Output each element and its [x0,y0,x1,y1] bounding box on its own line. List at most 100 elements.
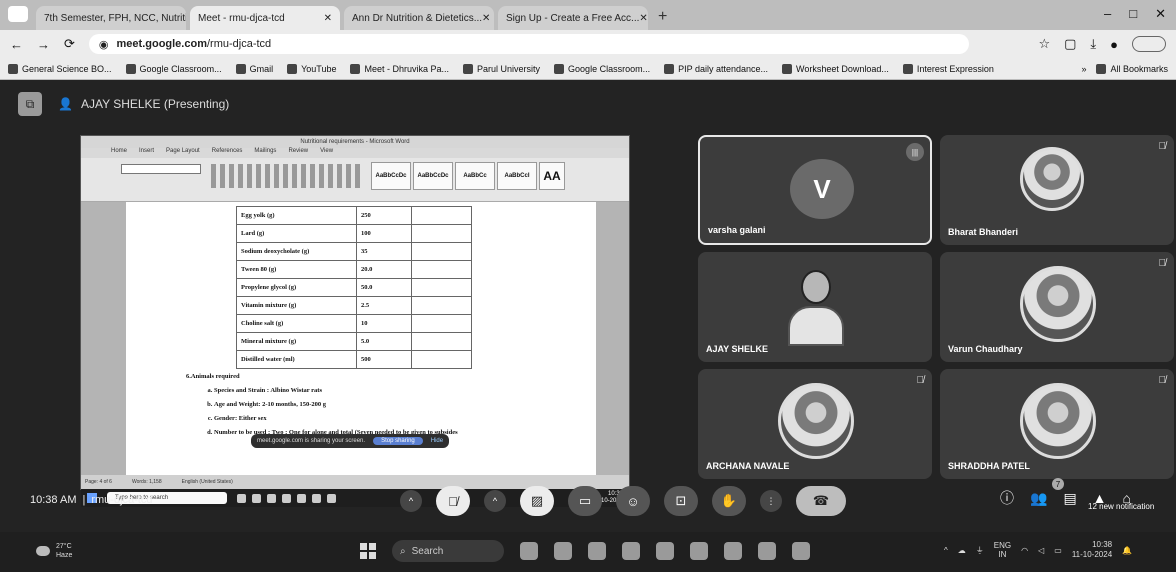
list-item: Age and Weight: 2-10 months, 150-200 g [214,398,458,412]
participant-tile[interactable]: AJAY SHELKE [698,252,932,362]
close-icon[interactable]: ✕ [639,13,647,24]
participant-name: SHRADDHA PATEL [948,461,1030,471]
meet-control-bar: 10:38 AM | rmu-djca-tcd ^ 🎙̸ ^ ▨ ▭ ☺ ⊡ ✋… [0,476,1176,530]
minimize-icon[interactable]: – [1104,6,1111,22]
ingredient-table: Egg yolk (g) 250 Lard (g) 100 Sodium deoxy… [236,206,472,369]
taskbar-search[interactable]: ⌕ Search [392,540,504,562]
language-indicator[interactable]: ENG IN [994,541,1011,559]
list-item: Species and Strain : Albino Wistar rats [214,384,458,398]
taskbar-app-icon[interactable] [758,542,776,560]
camera-toggle-button[interactable]: ▨ [520,486,554,516]
back-icon[interactable]: ← [10,37,23,52]
maximize-icon[interactable]: □ [1129,6,1137,22]
avatar [778,383,854,459]
cloud-icon[interactable]: ☁ [958,546,966,555]
presenter-label: 👤 AJAY SHELKE (Presenting) [58,97,230,111]
browser-tab[interactable]: Ann Dr Nutrition & Dietetics... ✕ [344,6,494,30]
taskbar-app-icon[interactable] [554,542,572,560]
favicon-icon [287,63,298,74]
taskbar-app-icon[interactable] [690,542,708,560]
tray-overflow-icon[interactable]: ^ [944,546,948,555]
close-window-icon[interactable]: ✕ [1155,6,1166,22]
favicon-icon [554,63,565,74]
info-icon[interactable]: ⓘ [1000,488,1014,508]
emoji-button[interactable]: ☺ [616,486,650,516]
audio-options-chevron-icon[interactable]: ^ [400,490,422,512]
taskbar-app-icon[interactable] [656,542,674,560]
favicon-icon [235,63,246,74]
participant-tile[interactable]: V ||| varsha galani [698,135,932,245]
battery-icon[interactable]: ▭ [1054,546,1062,555]
account-icon[interactable]: ● [1110,37,1118,52]
bookmark-item[interactable]: Worksheet Download... [782,63,889,74]
video-options-chevron-icon[interactable]: ^ [484,490,506,512]
browser-tab[interactable]: Sign Up - Create a Free Acc... ✕ [498,6,648,30]
bookmark-item[interactable]: Parul University [463,63,540,74]
taskbar-app-icon[interactable] [588,542,606,560]
animals-section: 6.Animals required Species and Strain : … [186,370,458,440]
volume-icon[interactable]: ◁ [1038,546,1044,555]
bookmark-item[interactable]: YouTube [287,63,336,74]
folder-icon [1096,63,1107,74]
reload-icon[interactable]: ⟳ [64,36,75,52]
participant-tile[interactable]: 🎙̸ ARCHANA NAVALE [698,369,932,479]
table-row: Distilled water (ml) 500 [236,350,472,369]
speaking-indicator-icon: ||| [906,143,924,161]
toggle-layout-icon[interactable]: ⧉ [18,92,42,116]
profile-button[interactable] [1132,36,1166,52]
new-tab-button[interactable]: + [658,8,667,26]
shared-screen: Nutritional requirements - Microsoft Wor… [80,135,630,507]
more-options-icon[interactable]: ⋮ [760,490,782,512]
taskbar-app-icon[interactable] [724,542,742,560]
present-button[interactable]: ⊡ [664,486,698,516]
browser-toolbar: ← → ⟳ ◉ meet.google.com/rmu-djca-tcd ☆ ▢… [0,30,1176,58]
browser-menu-icon[interactable] [8,6,28,22]
list-item: Gender: Either sex [214,412,458,426]
bookmark-item[interactable]: Gmail [235,63,273,74]
address-bar[interactable]: ◉ meet.google.com/rmu-djca-tcd [88,34,969,54]
favicon-icon [782,63,792,74]
close-icon[interactable]: ✕ [482,13,490,24]
window-controls: – □ ✕ [1104,6,1166,22]
browser-tab[interactable]: 7th Semester, FPH, NCC, Nutrition...✕ [36,6,186,30]
taskbar-clock[interactable]: 10:38 11-10-2024 [1072,540,1112,560]
word-ribbon-tabs: Home Insert Page Layout References Maili… [81,148,629,158]
bookmark-item[interactable]: PIP daily attendance... [664,63,768,74]
mic-off-icon: 🎙̸ [1158,258,1167,269]
site-info-icon[interactable]: ◉ [99,38,109,51]
taskbar-app-icon[interactable] [792,542,810,560]
camera-video [788,270,844,360]
bookmarks-overflow-icon[interactable]: » [1081,64,1086,74]
wifi-icon[interactable]: ◠ [1021,546,1028,555]
windows-start-icon[interactable] [360,543,376,559]
taskbar-app-icon[interactable] [520,542,538,560]
taskbar-app-icon[interactable] [622,542,640,560]
participant-tile[interactable]: 🎙̸ Varun Chaudhary [940,252,1174,362]
stop-sharing-button[interactable]: Stop sharing [373,437,423,445]
close-icon[interactable]: ✕ [324,13,332,24]
notification-bell-icon[interactable]: 🔔 [1122,546,1132,555]
weather-widget[interactable]: 27°C Haze [36,542,72,560]
bookmark-star-icon[interactable]: ☆ [1038,36,1050,52]
download-icon[interactable]: ⤓ [1090,36,1096,52]
bookmark-item[interactable]: Google Classroom... [554,63,650,74]
forward-icon[interactable]: → [37,37,50,52]
bookmark-item[interactable]: General Science BO... [8,63,112,74]
participant-tile[interactable]: 🎙̸ Bharat Bhanderi [940,135,1174,245]
leave-call-button[interactable]: ☎ [796,486,846,516]
participant-tile[interactable]: 🎙̸ SHRADDHA PATEL [940,369,1174,479]
people-icon[interactable]: 👥 [1030,490,1047,507]
browser-tab-active[interactable]: Meet - rmu-djca-tcd ✕ [190,6,340,30]
hide-banner-button[interactable]: Hide [431,438,443,444]
windows-taskbar: 27°C Haze ⌕ Search ^ ☁ ⏚ ENG IN ◠ ◁ ▭ 10:38… [0,532,1176,572]
extensions-icon[interactable]: ▢ [1064,36,1076,52]
bookmark-item[interactable]: Interest Expression [902,63,994,74]
bookmark-item[interactable]: Meet - Dhruvika Pa... [350,63,449,74]
captions-button[interactable]: ▭ [568,486,602,516]
bookmark-item[interactable]: Google Classroom... [125,63,222,74]
raise-hand-button[interactable]: ✋ [712,486,746,516]
chat-icon[interactable]: ▤ [1063,490,1076,507]
usb-icon[interactable]: ⏚ [976,545,984,556]
all-bookmarks-button[interactable]: All Bookmarks [1096,63,1168,74]
mic-toggle-button[interactable]: 🎙̸ [436,486,470,516]
